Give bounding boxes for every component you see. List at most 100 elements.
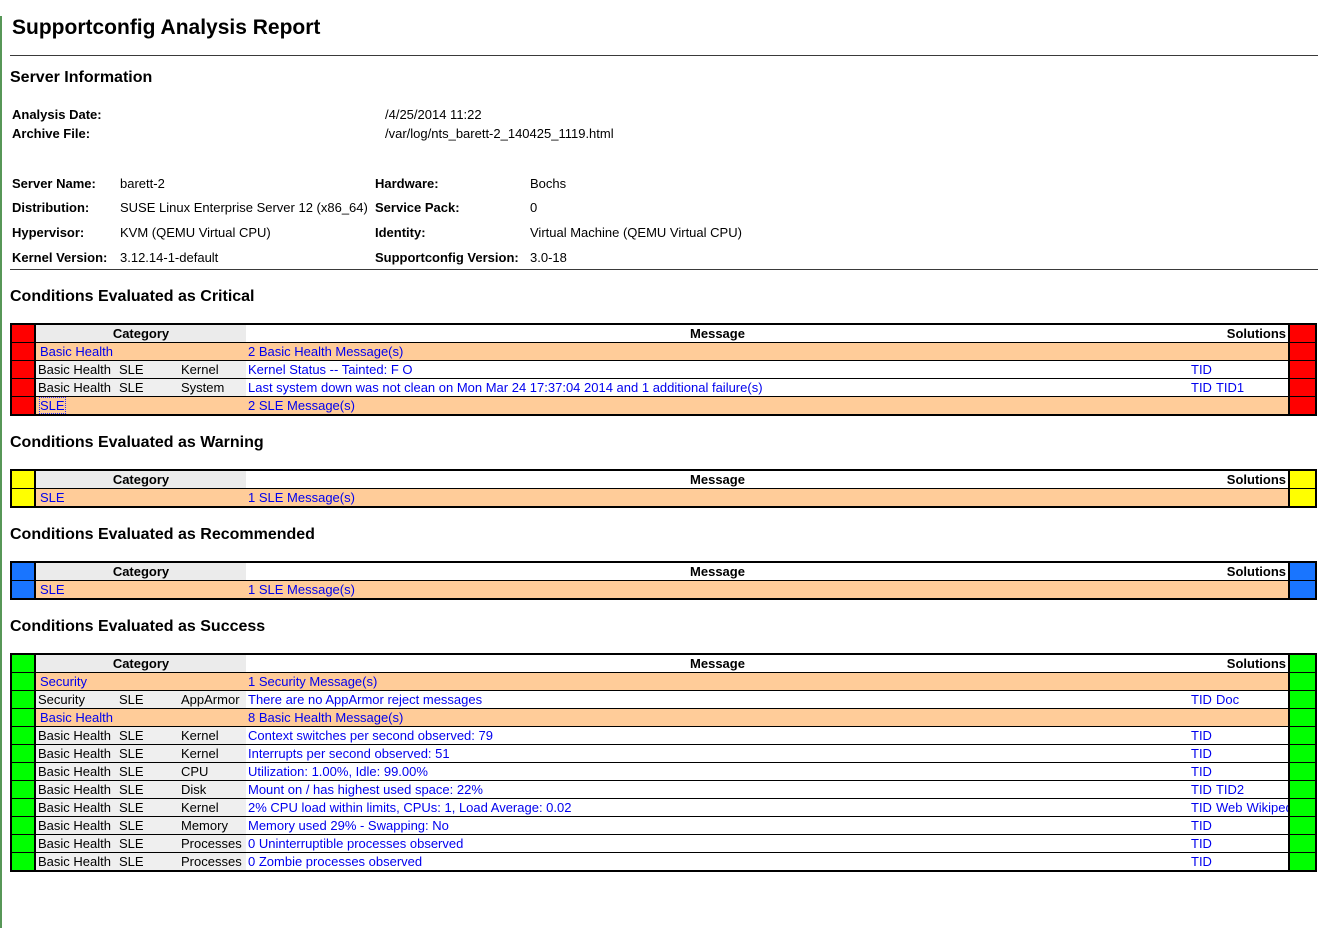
solution-link[interactable]: TID [1191,818,1212,833]
group-message-link[interactable]: 1 Security Message(s) [248,674,377,689]
message-link[interactable]: Kernel Status -- Tainted: F O [248,362,413,377]
message-link[interactable]: Context switches per second observed: 79 [248,728,493,743]
category-group-link[interactable]: Basic Health [40,710,113,725]
group-message-link[interactable]: 2 SLE Message(s) [248,398,355,413]
table-header-row: CategoryMessageSolutions [11,324,1316,343]
severity-cell-critical [11,343,35,361]
solution-link[interactable]: TID [1191,782,1212,797]
message-link[interactable]: 0 Zombie processes observed [248,854,422,869]
category-cell-3: Processes [179,853,246,872]
category-cell-2: SLE [117,763,179,781]
solution-link[interactable]: TID [1191,836,1212,851]
category-group-link[interactable]: SLE [40,398,65,413]
category-cell-2: SLE [117,799,179,817]
message-link[interactable]: There are no AppArmor reject messages [248,692,482,707]
category-group-row: Basic Health 2 Basic Health Message(s) [11,343,1316,361]
message-cell: Interrupts per second observed: 51 [246,745,1189,763]
category-group-link[interactable]: Security [40,674,87,689]
message-link[interactable]: Interrupts per second observed: 51 [248,746,450,761]
condition-row: Basic HealthSLEProcesses0 Uninterruptibl… [11,835,1316,853]
message-link[interactable]: Utilization: 1.00%, Idle: 99.00% [248,764,428,779]
message-cell: 0 Zombie processes observed [246,853,1189,872]
severity-cell-critical [11,379,35,397]
solutions-cell: TID [1189,853,1289,872]
message-link[interactable]: Memory used 29% - Swapping: No [248,818,449,833]
solution-link[interactable]: TID1 [1216,380,1244,395]
severity-cell-success [11,853,35,872]
solution-link[interactable]: TID2 [1216,782,1244,797]
solution-link[interactable]: Web [1216,800,1243,815]
analysis-date-value: /4/25/2014 11:22 [385,105,482,124]
condition-sections: Conditions Evaluated as Critical Category… [10,288,1318,872]
severity-cell-success [1289,709,1316,727]
solution-link[interactable]: TID [1191,380,1212,395]
severity-cell-success [11,691,35,709]
message-cell: Utilization: 1.00%, Idle: 99.00% [246,763,1189,781]
solution-link[interactable]: TID [1191,764,1212,779]
severity-cell-critical [11,361,35,379]
group-message-cell: 8 Basic Health Message(s) [246,709,1189,727]
condition-row: Basic HealthSLEKernel2% CPU load within … [11,799,1316,817]
solution-link[interactable]: TID [1191,728,1212,743]
message-column-header: Message [246,562,1189,581]
category-cell-3: Kernel [179,727,246,745]
section-heading-critical: Conditions Evaluated as Critical [10,288,1318,306]
service-pack-label: Service Pack: [375,196,530,221]
solution-link[interactable]: TID [1191,692,1212,707]
server-name-value: barett-2 [120,171,375,196]
group-message-cell: 2 SLE Message(s) [246,397,1189,416]
category-column-header: Category [35,562,246,581]
solutions-column-header: Solutions [1189,324,1289,343]
group-message-link[interactable]: 2 Basic Health Message(s) [248,344,403,359]
condition-row: Basic HealthSLESystemLast system down wa… [11,379,1316,397]
solution-link[interactable]: TID [1191,854,1212,869]
solutions-cell [1189,489,1289,508]
group-message-link[interactable]: 1 SLE Message(s) [248,582,355,597]
category-group-row: SLE 2 SLE Message(s) [11,397,1316,416]
message-link[interactable]: Mount on / has highest used space: 22% [248,782,483,797]
solution-link[interactable]: Wikipedia [1246,800,1289,815]
category-cell-1: Basic Health [35,745,117,763]
analysis-meta: Analysis Date: /4/25/2014 11:22 Archive … [12,105,1318,143]
solution-link[interactable]: TID [1191,362,1212,377]
solution-link[interactable]: Doc [1216,692,1239,707]
severity-cell-warning [1289,489,1316,508]
category-cell-1: Basic Health [35,727,117,745]
message-link[interactable]: 2% CPU load within limits, CPUs: 1, Load… [248,800,571,815]
solution-link[interactable]: TID [1191,800,1212,815]
solutions-cell: TID TID2 [1189,781,1289,799]
severity-cell-critical [11,397,35,416]
severity-cell-success [11,709,35,727]
conditions-table-recommended: CategoryMessageSolutionsSLE1 SLE Message… [10,561,1317,600]
severity-cell-critical [1289,324,1316,343]
solutions-cell: TID WebWikipedia [1189,799,1289,817]
category-group-link[interactable]: Basic Health [40,344,113,359]
server-details: Server Name: barett-2 Hardware: Bochs Di… [12,171,1318,269]
category-cell-1: Basic Health [35,361,117,379]
group-message-link[interactable]: 8 Basic Health Message(s) [248,710,403,725]
section-critical: Conditions Evaluated as Critical Category… [10,288,1318,416]
group-message-cell: 2 Basic Health Message(s) [246,343,1189,361]
severity-cell-success [1289,727,1316,745]
message-link[interactable]: 0 Uninterruptible processes observed [248,836,463,851]
condition-row: Basic HealthSLEDiskMount on / has highes… [11,781,1316,799]
section-warning: Conditions Evaluated as Warning CategoryM… [10,434,1318,508]
category-cell-3: CPU [179,763,246,781]
table-header-row: CategoryMessageSolutions [11,470,1316,489]
solutions-column-header: Solutions [1189,654,1289,673]
message-link[interactable]: Last system down was not clean on Mon Ma… [248,380,763,395]
message-cell: There are no AppArmor reject messages [246,691,1189,709]
kernel-version-label: Kernel Version: [12,245,120,270]
message-cell: 2% CPU load within limits, CPUs: 1, Load… [246,799,1189,817]
server-name-label: Server Name: [12,171,120,196]
severity-cell-success [11,763,35,781]
section-heading-warning: Conditions Evaluated as Warning [10,434,1318,452]
identity-value: Virtual Machine (QEMU Virtual CPU) [530,220,1318,245]
category-group-link[interactable]: SLE [40,490,65,505]
group-message-link[interactable]: 1 SLE Message(s) [248,490,355,505]
solutions-cell [1189,709,1289,727]
solution-link[interactable]: TID [1191,746,1212,761]
category-group-link[interactable]: SLE [40,582,65,597]
group-category-cell: Basic Health [35,343,246,361]
server-info-divider [10,269,1318,270]
